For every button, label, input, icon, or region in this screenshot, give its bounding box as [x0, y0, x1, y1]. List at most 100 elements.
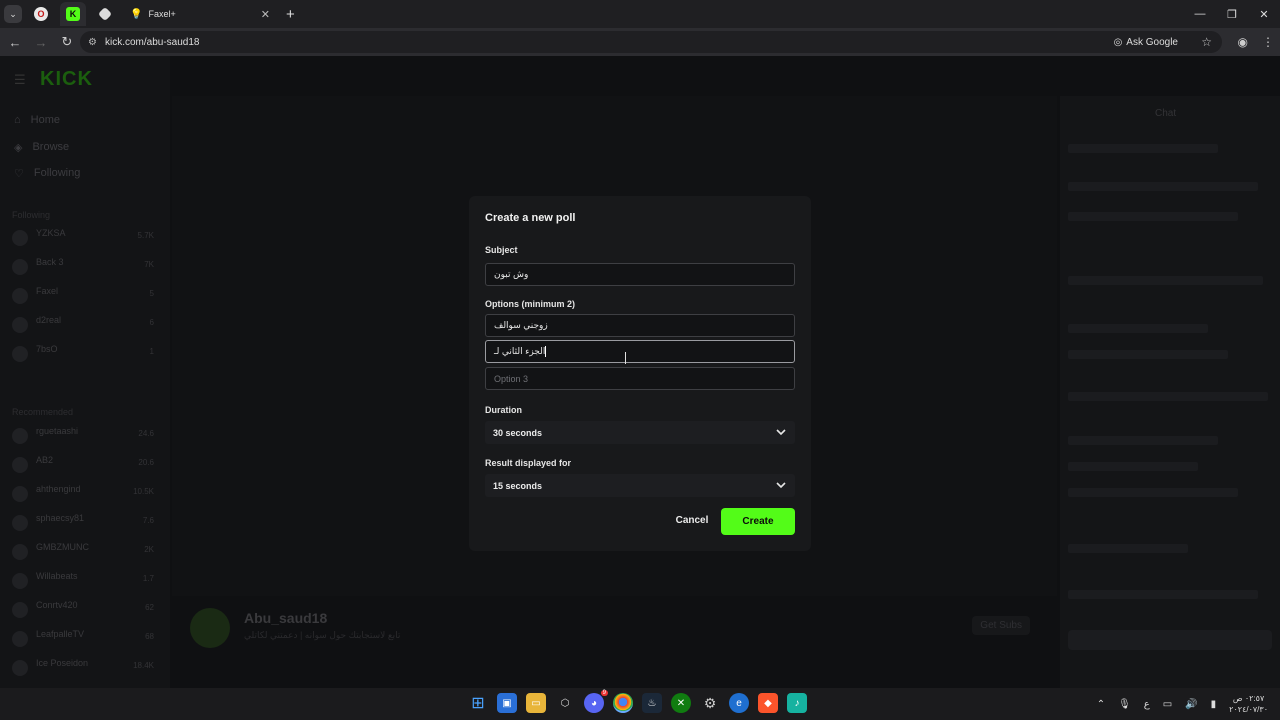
channel-name: AB2: [36, 455, 54, 465]
minimize-icon[interactable]: —: [1184, 0, 1216, 28]
new-tab-button[interactable]: +: [286, 6, 295, 23]
discord-icon[interactable]: ◕ 9: [584, 690, 608, 713]
chrome-icon[interactable]: [613, 693, 633, 713]
tab-search-button[interactable]: ⌄: [4, 5, 22, 23]
reload-icon[interactable]: ↻: [56, 34, 78, 50]
chat-message: [1068, 436, 1218, 445]
channel-item[interactable]: ahthengind 10.5K: [12, 484, 160, 506]
chat-message: [1068, 392, 1268, 401]
result-select[interactable]: 15 seconds: [485, 474, 795, 497]
tab-faxel[interactable]: 💡 Faxel+ ✕: [124, 2, 276, 26]
sidebar: ☰ KICK ⌂ Home ◈ Browse ♡ Following Followin…: [0, 56, 170, 688]
channel-avatar: [12, 486, 28, 502]
back-icon[interactable]: ←: [4, 35, 26, 50]
microphone-icon[interactable]: 🎙: [1118, 699, 1131, 710]
site-info-icon[interactable]: ⚙: [88, 37, 97, 48]
volume-icon[interactable]: 🔊: [1185, 699, 1197, 710]
menu-kebab-icon[interactable]: ⋮: [1262, 35, 1274, 49]
forward-icon[interactable]: →: [30, 35, 52, 50]
option-2-input[interactable]: الجزء الثاني لـ: [485, 340, 795, 363]
get-subs-button[interactable]: Get Subs: [972, 616, 1030, 635]
nav-following[interactable]: ♡ Following: [14, 167, 80, 180]
chat-input[interactable]: [1068, 630, 1272, 650]
streamer-avatar[interactable]: [190, 608, 230, 648]
battery-icon[interactable]: ▮: [1211, 699, 1217, 710]
opera-icon: O: [34, 7, 48, 21]
ask-google-button[interactable]: ◎ Ask Google: [1114, 37, 1178, 48]
channel-item[interactable]: LeafpalleTV 68: [12, 629, 160, 651]
cancel-button[interactable]: Cancel: [665, 509, 719, 532]
channel-item[interactable]: Willabeats 1.7: [12, 571, 160, 593]
close-window-icon[interactable]: ✕: [1248, 0, 1280, 28]
nav-home[interactable]: ⌂ Home: [14, 114, 60, 126]
address-bar[interactable]: ⚙ kick.com/abu-saud18 ◎ Ask Google ☆: [80, 31, 1222, 53]
chat-message: [1068, 182, 1258, 191]
create-button[interactable]: Create: [721, 508, 795, 535]
unity-icon[interactable]: ⬡: [555, 693, 575, 713]
settings-icon[interactable]: ⚙: [700, 693, 720, 713]
windows-icon[interactable]: ⊞: [468, 693, 488, 713]
channel-item[interactable]: d2real 6: [12, 315, 160, 337]
channel-item[interactable]: Faxel 5: [12, 286, 160, 308]
chat-message: [1068, 212, 1238, 221]
channel-avatar: [12, 573, 28, 589]
channel-viewers: 20.6: [138, 458, 154, 467]
audio-icon[interactable]: ♪: [787, 693, 807, 713]
options-label: Options (minimum 2): [485, 299, 575, 309]
bookmark-star-icon[interactable]: ☆: [1201, 35, 1212, 49]
clock-time: ٠٢:٥٧ ص: [1232, 694, 1265, 703]
chevron-up-icon[interactable]: ⌃: [1097, 699, 1105, 710]
subject-label: Subject: [485, 245, 518, 255]
channel-item[interactable]: YZKSA 5.7K: [12, 228, 160, 250]
tab-close-icon[interactable]: ✕: [261, 8, 270, 21]
channel-item[interactable]: Conrtv420 62: [12, 600, 160, 622]
pinned-tab-opera[interactable]: O: [28, 2, 54, 26]
steam-icon[interactable]: ♨: [642, 693, 662, 713]
channel-name: ahthengind: [36, 484, 81, 494]
files-icon[interactable]: ▭: [526, 693, 546, 713]
lens-icon: ◎: [1113, 36, 1123, 48]
option-3-input[interactable]: Option 3: [485, 367, 795, 390]
channel-name: YZKSA: [36, 228, 66, 238]
channel-item[interactable]: 7bsO 1: [12, 344, 160, 366]
brave-icon[interactable]: ◆: [758, 693, 778, 713]
edge-icon[interactable]: e: [729, 693, 749, 713]
restore-icon[interactable]: ❐: [1216, 0, 1248, 28]
channel-item[interactable]: Back 3 7K: [12, 257, 160, 279]
streamer-name[interactable]: Abu_saud18: [244, 610, 327, 626]
channel-item[interactable]: rguetaashi 24.6: [12, 426, 160, 448]
xbox-icon[interactable]: ✕: [671, 693, 691, 713]
toolbar-right: ◉ ⋮: [1238, 28, 1274, 56]
channel-avatar: [12, 515, 28, 531]
chat-panel: Chat: [1060, 96, 1280, 688]
channel-name: Conrtv420: [36, 600, 78, 610]
network-icon[interactable]: ▭: [1163, 699, 1172, 710]
option-1-input[interactable]: زوجني سوالف: [485, 314, 795, 337]
url-text[interactable]: kick.com/abu-saud18: [105, 37, 200, 48]
channel-viewers: 62: [145, 603, 154, 612]
store-icon[interactable]: ▣: [497, 693, 517, 713]
bulb-icon: 💡: [130, 8, 143, 20]
kick-logo[interactable]: KICK: [40, 68, 93, 91]
pinned-tab-kick[interactable]: K: [60, 2, 86, 26]
text-cursor-icon: [625, 352, 629, 364]
channel-item[interactable]: AB2 20.6: [12, 455, 160, 477]
duration-label: Duration: [485, 405, 522, 415]
channel-item[interactable]: Ice Poseidon 18.4K: [12, 658, 160, 680]
language-indicator[interactable]: ع: [1144, 699, 1150, 710]
channel-name: LeafpalleTV: [36, 629, 85, 639]
channel-item[interactable]: GMBZMUNC 2K: [12, 542, 160, 564]
channel-viewers: 6: [149, 318, 154, 327]
nav-browse[interactable]: ◈ Browse: [14, 141, 69, 154]
profile-icon[interactable]: ◉: [1238, 35, 1248, 49]
chat-title: Chat: [1155, 108, 1177, 119]
clock[interactable]: ٠٢:٥٧ ص ٢٠٢٤/٠٧/٣٠: [1229, 693, 1268, 715]
subject-input[interactable]: وش تبون: [485, 263, 795, 286]
hamburger-icon[interactable]: ☰: [14, 72, 26, 88]
kick-icon: K: [66, 7, 80, 21]
channel-avatar: [12, 230, 28, 246]
duration-select[interactable]: 30 seconds: [485, 421, 795, 444]
pinned-tab-extension[interactable]: [92, 2, 118, 26]
channel-item[interactable]: sphaecsy81 7.6: [12, 513, 160, 535]
duration-value: 30 seconds: [493, 427, 543, 438]
